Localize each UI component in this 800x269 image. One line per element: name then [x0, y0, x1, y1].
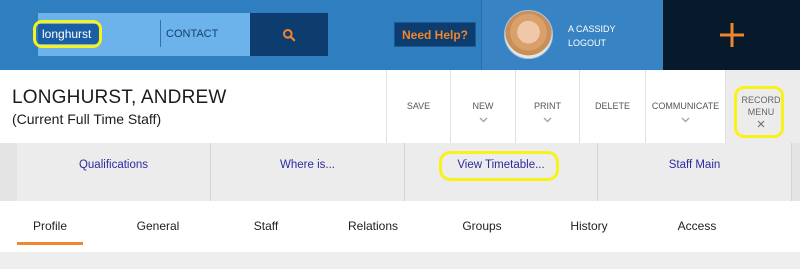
new-button[interactable]: NEW	[450, 70, 515, 143]
top-bar: longhurst CONTACT Need Help? A CASSIDY L…	[0, 0, 800, 70]
user-panel: A CASSIDY LOGOUT	[481, 0, 663, 70]
tab-groups[interactable]: Groups	[449, 201, 515, 252]
active-tab-indicator	[17, 242, 83, 245]
new-label: NEW	[472, 101, 494, 111]
quick-link-qualifications[interactable]: Qualifications	[17, 143, 211, 201]
print-button[interactable]: PRINT	[515, 70, 579, 143]
communicate-button[interactable]: COMMUNICATE	[645, 70, 725, 143]
tab-bar: Profile General Staff Relations Groups H…	[0, 201, 800, 252]
tab-label: Access	[677, 219, 717, 233]
tab-label: Profile	[32, 219, 67, 233]
record-header: LONGHURST, ANDREW (Current Full Time Sta…	[0, 70, 800, 148]
tab-access[interactable]: Access	[664, 201, 730, 252]
quick-link-label: Where is...	[280, 159, 335, 171]
chevron-down-icon	[543, 117, 552, 123]
quick-link-label: Staff Main	[668, 159, 721, 171]
tab-history[interactable]: History	[556, 201, 622, 252]
delete-label: DELETE	[594, 101, 630, 111]
search-scope-select[interactable]: CONTACT	[166, 13, 218, 56]
search-icon	[283, 28, 296, 41]
need-help-button[interactable]: Need Help?	[394, 22, 476, 47]
logout-link[interactable]: LOGOUT	[568, 38, 606, 48]
tab-staff[interactable]: Staff	[233, 201, 299, 252]
quick-link-staff-main[interactable]: Staff Main	[598, 143, 792, 201]
user-name: A CASSIDY	[568, 24, 616, 34]
content-area	[0, 252, 800, 269]
quick-link-label: Qualifications	[78, 159, 149, 171]
chevron-down-icon	[479, 117, 487, 123]
chevron-down-icon	[681, 117, 690, 123]
highlight-view-timetable	[439, 151, 559, 181]
tab-label: Staff	[253, 219, 279, 233]
add-button[interactable]	[663, 0, 800, 70]
avatar[interactable]	[504, 10, 553, 59]
search-divider	[160, 20, 161, 47]
tab-label: Groups	[462, 219, 502, 233]
tab-label: History	[570, 219, 608, 233]
delete-button[interactable]: DELETE	[579, 70, 645, 143]
communicate-label: COMMUNICATE	[651, 101, 720, 111]
record-status: (Current Full Time Staff)	[12, 111, 162, 127]
quick-link-where-is[interactable]: Where is...	[211, 143, 405, 201]
plus-icon	[719, 23, 744, 47]
tab-relations[interactable]: Relations	[340, 201, 406, 252]
tab-profile[interactable]: Profile	[17, 201, 83, 252]
highlight-search-input	[33, 20, 102, 48]
quick-links-bar: Qualifications Where is... View Timetabl…	[0, 143, 800, 201]
save-button[interactable]: SAVE	[386, 70, 450, 143]
tab-general[interactable]: General	[125, 201, 191, 252]
save-label: SAVE	[406, 101, 431, 111]
tab-label: General	[136, 219, 180, 233]
tab-label: Relations	[347, 219, 399, 233]
search-button[interactable]	[250, 13, 328, 56]
highlight-record-menu	[734, 86, 784, 138]
print-label: PRINT	[534, 101, 561, 111]
page-title: LONGHURST, ANDREW	[12, 87, 227, 108]
